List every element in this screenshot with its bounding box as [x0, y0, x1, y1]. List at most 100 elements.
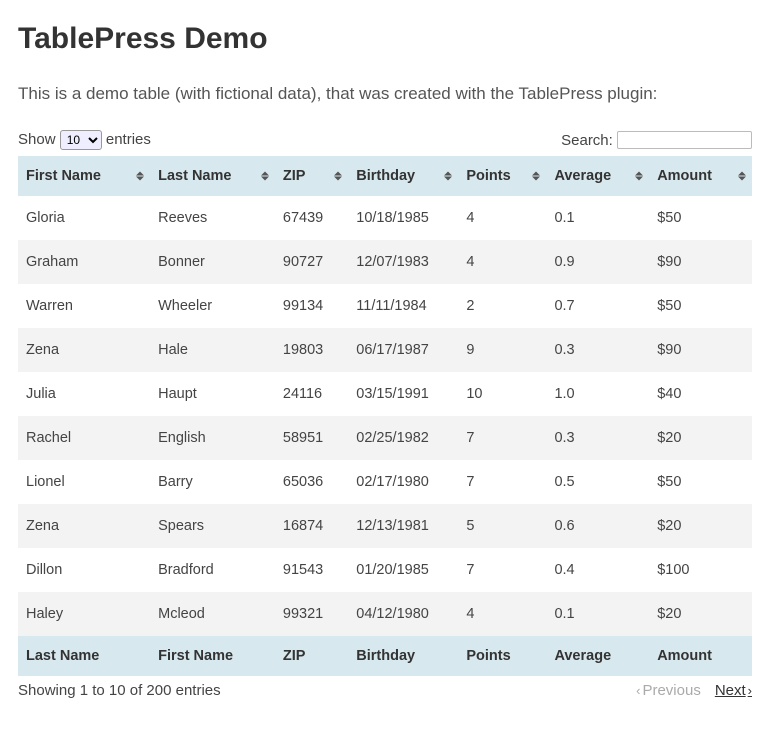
cell-points: 7 [458, 548, 546, 592]
cell-points: 7 [458, 460, 546, 504]
cell-avg: 1.0 [546, 372, 649, 416]
cell-avg: 0.3 [546, 416, 649, 460]
cell-bday: 10/18/1985 [348, 196, 458, 240]
col-footer-1: First Name [150, 636, 275, 676]
cell-avg: 0.1 [546, 196, 649, 240]
cell-points: 9 [458, 328, 546, 372]
cell-avg: 0.1 [546, 592, 649, 636]
table-row: DillonBradford9154301/20/198570.4$100 [18, 548, 752, 592]
cell-bday: 12/13/1981 [348, 504, 458, 548]
table-row: JuliaHaupt2411603/15/1991101.0$40 [18, 372, 752, 416]
col-header-last-name[interactable]: Last Name [150, 156, 275, 196]
sort-icon [261, 172, 269, 181]
sort-icon [444, 172, 452, 181]
col-footer-4: Points [458, 636, 546, 676]
col-footer-3: Birthday [348, 636, 458, 676]
col-header-amount[interactable]: Amount [649, 156, 752, 196]
cell-bday: 12/07/1983 [348, 240, 458, 284]
cell-first: Rachel [18, 416, 150, 460]
sort-icon [136, 172, 144, 181]
show-label-pre: Show [18, 131, 56, 148]
show-label-post: entries [106, 131, 151, 148]
cell-bday: 02/17/1980 [348, 460, 458, 504]
length-control: Show 10 entries [18, 130, 151, 150]
cell-zip: 91543 [275, 548, 348, 592]
data-table: First Name Last Name ZIP Birthday Points… [18, 156, 752, 676]
col-header-average[interactable]: Average [546, 156, 649, 196]
cell-last: Barry [150, 460, 275, 504]
col-header-points[interactable]: Points [458, 156, 546, 196]
cell-bday: 03/15/1991 [348, 372, 458, 416]
pager: ‹ Previous Next › [636, 682, 752, 699]
table-row: WarrenWheeler9913411/11/198420.7$50 [18, 284, 752, 328]
col-header-birthday[interactable]: Birthday [348, 156, 458, 196]
table-row: GloriaReeves6743910/18/198540.1$50 [18, 196, 752, 240]
col-footer-0: Last Name [18, 636, 150, 676]
cell-first: Lionel [18, 460, 150, 504]
intro-text: This is a demo table (with fictional dat… [18, 84, 752, 104]
table-row: HaleyMcleod9932104/12/198040.1$20 [18, 592, 752, 636]
cell-zip: 90727 [275, 240, 348, 284]
sort-icon [334, 172, 342, 181]
cell-first: Zena [18, 504, 150, 548]
cell-zip: 99134 [275, 284, 348, 328]
col-header-zip[interactable]: ZIP [275, 156, 348, 196]
cell-last: Wheeler [150, 284, 275, 328]
cell-zip: 58951 [275, 416, 348, 460]
search-input[interactable] [617, 131, 752, 149]
cell-avg: 0.9 [546, 240, 649, 284]
cell-points: 7 [458, 416, 546, 460]
cell-amt: $90 [649, 328, 752, 372]
cell-avg: 0.7 [546, 284, 649, 328]
cell-first: Haley [18, 592, 150, 636]
page-title: TablePress Demo [18, 22, 752, 56]
cell-first: Julia [18, 372, 150, 416]
cell-zip: 19803 [275, 328, 348, 372]
table-info: Showing 1 to 10 of 200 entries [18, 682, 221, 699]
sort-icon [635, 172, 643, 181]
table-row: ZenaHale1980306/17/198790.3$90 [18, 328, 752, 372]
table-row: LionelBarry6503602/17/198070.5$50 [18, 460, 752, 504]
cell-points: 5 [458, 504, 546, 548]
cell-last: Bonner [150, 240, 275, 284]
cell-first: Warren [18, 284, 150, 328]
cell-zip: 99321 [275, 592, 348, 636]
cell-bday: 04/12/1980 [348, 592, 458, 636]
table-row: ZenaSpears1687412/13/198150.6$20 [18, 504, 752, 548]
cell-first: Gloria [18, 196, 150, 240]
cell-avg: 0.4 [546, 548, 649, 592]
col-footer-6: Amount [649, 636, 752, 676]
cell-bday: 01/20/1985 [348, 548, 458, 592]
cell-amt: $20 [649, 592, 752, 636]
table-row: GrahamBonner9072712/07/198340.9$90 [18, 240, 752, 284]
cell-amt: $40 [649, 372, 752, 416]
col-header-first-name[interactable]: First Name [18, 156, 150, 196]
cell-points: 10 [458, 372, 546, 416]
entries-select[interactable]: 10 [60, 130, 102, 150]
chevron-left-icon: ‹ [636, 683, 640, 698]
cell-last: English [150, 416, 275, 460]
cell-last: Haupt [150, 372, 275, 416]
table-row: RachelEnglish5895102/25/198270.3$20 [18, 416, 752, 460]
next-button[interactable]: Next › [715, 682, 752, 699]
cell-last: Mcleod [150, 592, 275, 636]
cell-last: Spears [150, 504, 275, 548]
cell-bday: 02/25/1982 [348, 416, 458, 460]
cell-amt: $50 [649, 460, 752, 504]
cell-bday: 11/11/1984 [348, 284, 458, 328]
cell-points: 4 [458, 592, 546, 636]
col-footer-2: ZIP [275, 636, 348, 676]
cell-points: 2 [458, 284, 546, 328]
cell-bday: 06/17/1987 [348, 328, 458, 372]
cell-last: Bradford [150, 548, 275, 592]
cell-amt: $50 [649, 284, 752, 328]
cell-avg: 0.6 [546, 504, 649, 548]
table-footer-row: Last Name First Name ZIP Birthday Points… [18, 636, 752, 676]
cell-first: Dillon [18, 548, 150, 592]
sort-icon [532, 172, 540, 181]
cell-amt: $100 [649, 548, 752, 592]
prev-button[interactable]: ‹ Previous [636, 682, 701, 699]
cell-amt: $20 [649, 504, 752, 548]
sort-icon [738, 172, 746, 181]
cell-amt: $90 [649, 240, 752, 284]
